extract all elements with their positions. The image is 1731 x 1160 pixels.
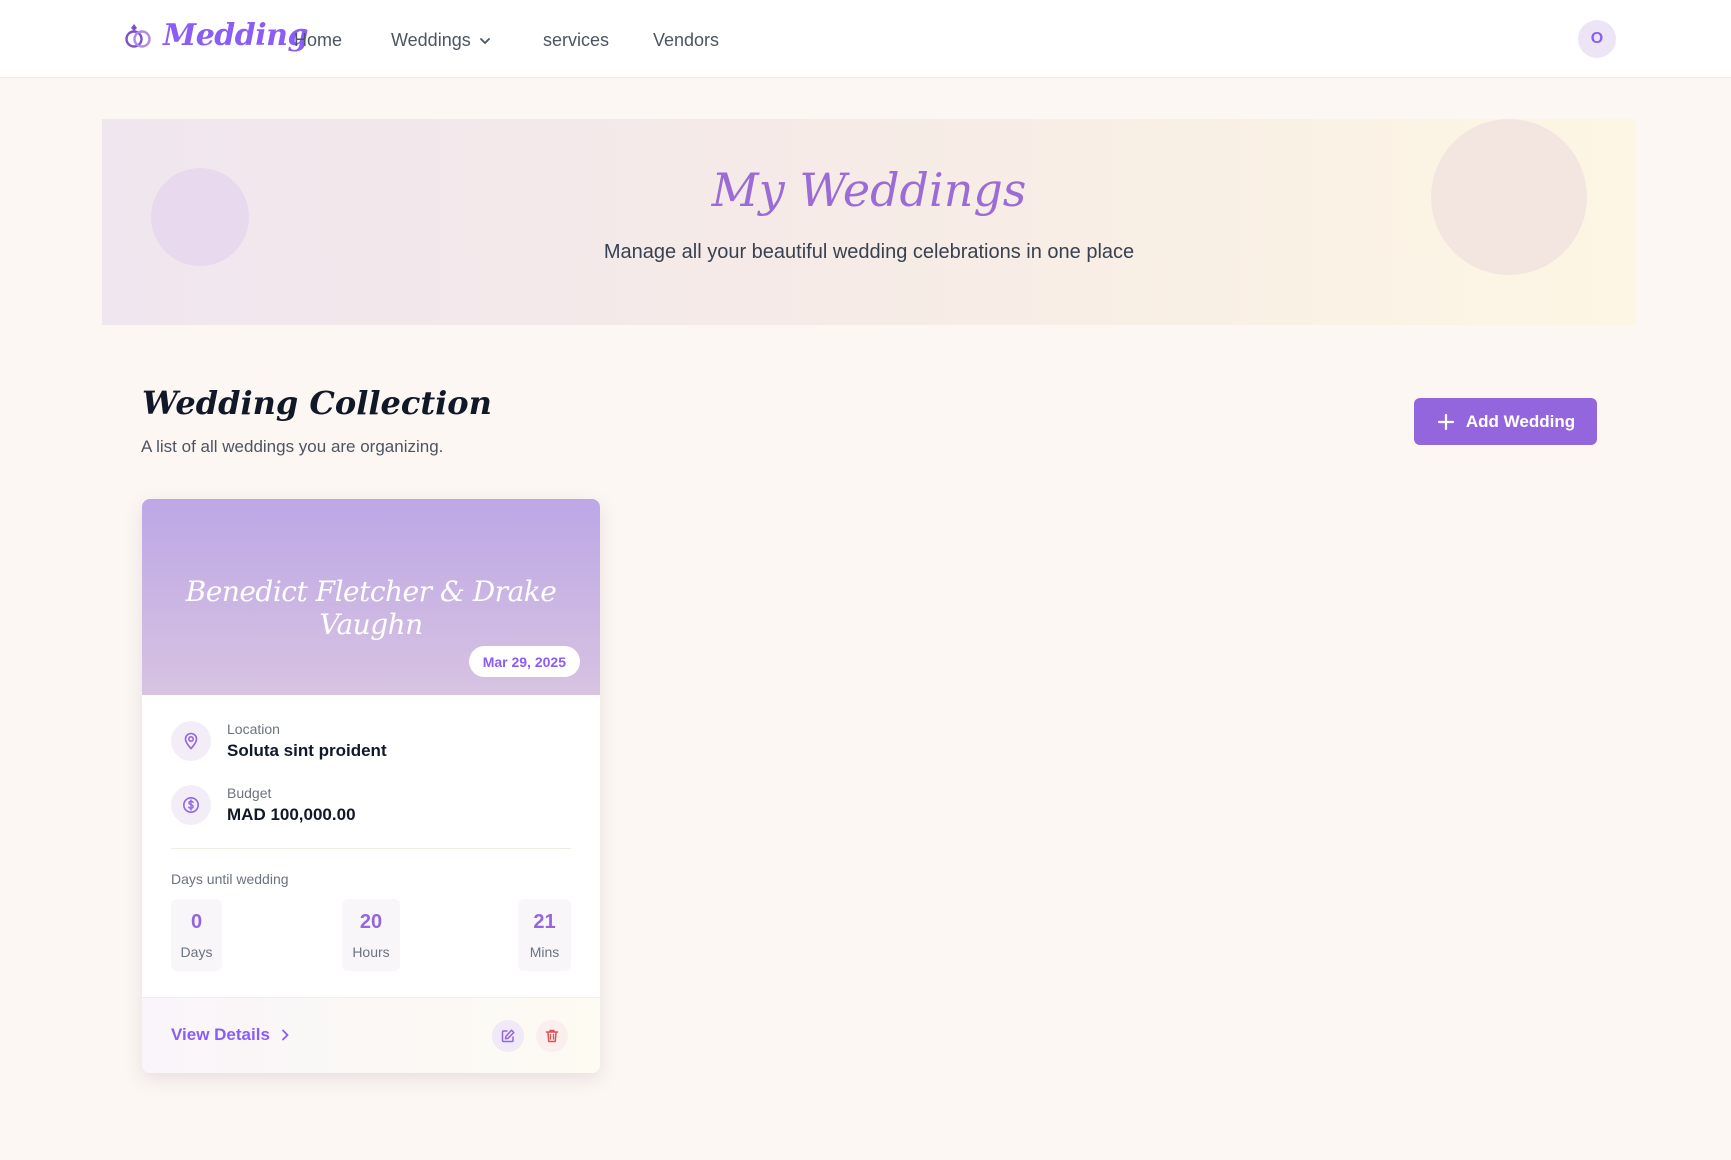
countdown-days: 0 Days	[171, 899, 222, 971]
wedding-card-footer: View Details	[142, 997, 600, 1073]
budget-value: MAD 100,000.00	[227, 805, 356, 824]
section-title: Wedding Collection	[142, 384, 492, 422]
countdown-days-unit: Days	[180, 943, 213, 960]
view-details-link[interactable]: View Details	[171, 1025, 292, 1045]
countdown-mins-unit: Mins	[529, 943, 560, 960]
edit-wedding-button[interactable]	[492, 1020, 524, 1052]
chevron-down-icon	[479, 37, 490, 44]
add-wedding-button[interactable]: Add Wedding	[1414, 398, 1597, 445]
location-value: Soluta sint proident	[227, 741, 387, 760]
location-label: Location	[227, 721, 280, 737]
wedding-card: Benedict Fletcher & Drake Vaughn Mar 29,…	[142, 499, 600, 1073]
countdown-days-value: 0	[190, 910, 203, 933]
location-pin-icon	[184, 732, 198, 750]
nav-home-link[interactable]: Home	[294, 30, 342, 51]
nav-weddings-label: Weddings	[391, 30, 471, 50]
location-icon-wrap	[171, 721, 211, 761]
brand-name: Medding	[163, 18, 308, 53]
countdown-hours-unit: Hours	[352, 943, 390, 960]
wedding-date-badge: Mar 29, 2025	[468, 646, 580, 677]
chevron-right-icon	[282, 1029, 289, 1041]
user-avatar[interactable]: O	[1578, 20, 1616, 58]
budget-label: Budget	[227, 785, 272, 801]
section-subtitle: A list of all weddings you are organizin…	[141, 437, 444, 456]
location-row: Location Soluta sint proident	[171, 721, 387, 761]
card-divider	[171, 848, 571, 849]
countdown-hours: 20 Hours	[342, 899, 400, 971]
couple-names: Benedict Fletcher & Drake Vaughn	[185, 575, 557, 641]
edit-icon	[501, 1029, 515, 1043]
brand-logo[interactable]: Medding	[123, 18, 308, 53]
top-navbar: Medding Home Weddings services Vendors O	[0, 0, 1731, 78]
nav-services-link[interactable]: services	[543, 30, 609, 51]
delete-wedding-button[interactable]	[536, 1020, 568, 1052]
hero-subtitle: Manage all your beautiful wedding celebr…	[603, 241, 1135, 263]
plus-icon	[1437, 413, 1454, 430]
view-details-label: View Details	[171, 1025, 270, 1044]
add-wedding-label: Add Wedding	[1465, 411, 1576, 431]
dollar-icon	[183, 797, 199, 813]
nav-vendors-link[interactable]: Vendors	[653, 30, 719, 51]
countdown-mins: 21 Mins	[518, 899, 571, 971]
hero-title: My Weddings	[711, 163, 1027, 217]
countdown-mins-value: 21	[533, 910, 556, 933]
countdown-hours-value: 20	[359, 910, 383, 933]
rings-icon	[125, 23, 151, 48]
budget-row: Budget MAD 100,000.00	[171, 785, 356, 825]
budget-icon-wrap	[171, 785, 211, 825]
countdown-label: Days until wedding	[171, 871, 289, 887]
nav-weddings-dropdown[interactable]: Weddings	[391, 30, 491, 51]
trash-icon	[545, 1029, 559, 1043]
wedding-card-header: Benedict Fletcher & Drake Vaughn Mar 29,…	[142, 499, 600, 695]
hero-banner: My Weddings Manage all your beautiful we…	[102, 119, 1636, 325]
